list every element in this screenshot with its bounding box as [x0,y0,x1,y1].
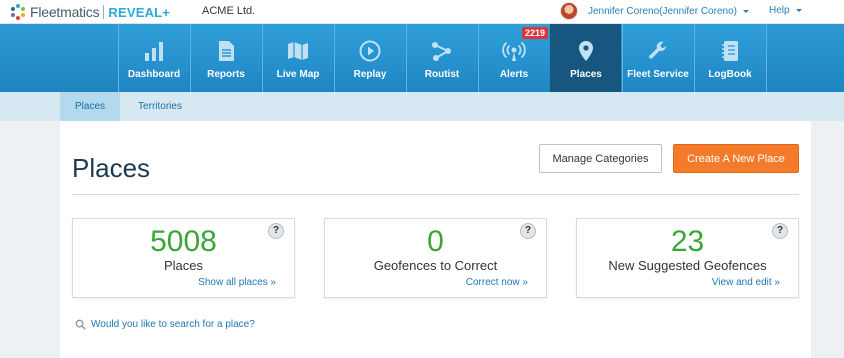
logo-mark-icon [10,4,26,20]
title-divider [72,194,799,195]
map-icon [288,42,308,61]
nav-label: Dashboard [127,69,181,80]
stat-card-places: 5008 Places Show all places » ? [72,218,295,298]
search-place-link[interactable]: Would you like to search for a place? [75,319,255,330]
logo-divider [103,5,105,19]
search-icon [75,319,86,330]
nav-label: Places [570,69,602,80]
stat-value: 23 [670,225,705,258]
notebook-icon [722,41,738,61]
nav-divider [766,24,767,92]
help-label: Help [769,5,790,16]
help-menu[interactable]: Help [769,5,802,16]
nav-label: Live Map [276,69,320,80]
avatar [560,2,578,20]
map-pin-icon [579,41,593,61]
subtab-places[interactable]: Places [60,92,120,127]
stat-card-suggested-geofences: 23 New Suggested Geofences View and edit… [576,218,799,298]
nav-label: Routist [424,69,460,80]
stat-caption: New Suggested Geofences [608,258,767,273]
document-icon [219,41,234,61]
user-name: Jennifer Coreno(Jennifer Coreno) [588,5,737,17]
logo-text: Fleetmatics [30,4,100,20]
stat-caption: Places [163,258,204,273]
stat-caption: Geofences to Correct [373,258,498,273]
show-all-places-link[interactable]: Show all places » [198,277,276,288]
search-hint-text: Would you like to search for a place? [91,319,255,330]
wrench-icon [649,41,667,59]
nav-label: Alerts [499,69,529,80]
create-new-place-button[interactable]: Create A New Place [673,144,799,173]
alerts-count-badge: 2219 [522,27,549,39]
nav-label: LogBook [708,69,752,80]
nav-dashboard[interactable]: Dashboard [118,24,189,92]
nav-live-map[interactable]: Live Map [262,24,333,92]
stat-value: 0 [427,225,444,258]
help-icon[interactable]: ? [772,223,788,239]
nav-routist[interactable]: Routist [406,24,477,92]
top-bar: Fleetmatics REVEAL+ ACME Ltd. Jennifer C… [0,0,844,24]
bar-chart-icon [145,42,163,61]
route-icon [432,42,451,61]
nav-logbook[interactable]: LogBook [694,24,765,92]
subtab-territories[interactable]: Territories [128,92,192,121]
page-title: Places [72,153,151,183]
nav-fleet-service[interactable]: Fleet Service [622,24,693,92]
broadcast-icon [502,41,526,61]
play-icon [359,40,381,62]
fleetmatics-logo[interactable]: Fleetmatics REVEAL+ [10,3,170,21]
nav-places[interactable]: Places [550,24,621,92]
nav-replay[interactable]: Replay [334,24,405,92]
nav-label: Replay [353,69,387,80]
chevron-down-icon [742,9,749,13]
chevron-down-icon [795,8,802,12]
main-nav: Dashboard Reports Live Map Replay Routis… [0,24,844,92]
stat-value: 5008 [150,225,217,258]
sub-nav: Places Territories [0,92,844,127]
manage-categories-button[interactable]: Manage Categories [539,144,662,173]
company-name: ACME Ltd. [202,5,256,17]
view-and-edit-link[interactable]: View and edit » [712,277,780,288]
nav-label: Fleet Service [627,69,689,80]
nav-reports[interactable]: Reports [190,24,261,92]
nav-label: Reports [207,69,245,80]
user-menu[interactable]: Jennifer Coreno(Jennifer Coreno) [560,2,749,20]
stat-card-geofences-to-correct: 0 Geofences to Correct Correct now » ? [324,218,547,298]
correct-now-link[interactable]: Correct now » [466,277,528,288]
logo-reveal-text: REVEAL+ [108,4,171,20]
help-icon[interactable]: ? [520,223,536,239]
help-icon[interactable]: ? [268,223,284,239]
